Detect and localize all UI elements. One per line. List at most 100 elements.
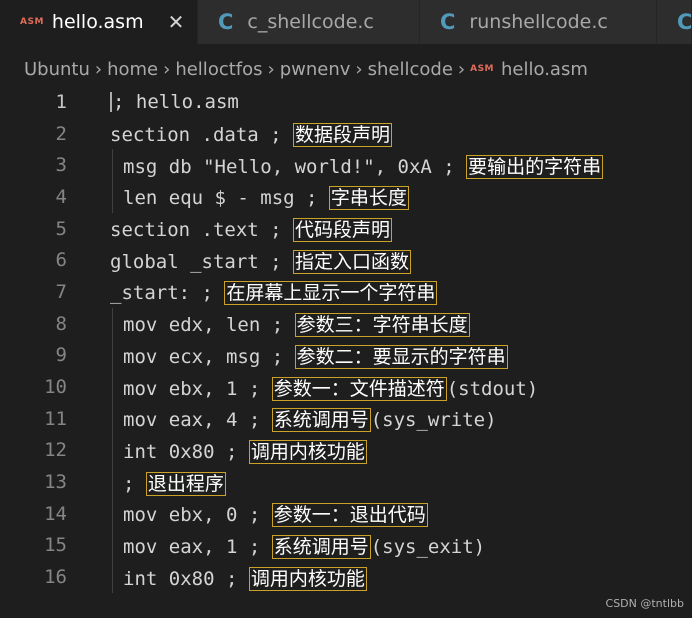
asm-file-icon: ASM <box>20 17 44 27</box>
c-file-icon: C <box>218 10 234 34</box>
code-content: mov eax, 4 ; <box>123 409 272 432</box>
code-content: global _start ; <box>110 250 294 273</box>
asm-file-icon: ASM <box>470 64 495 74</box>
line-number: 2 <box>55 122 67 145</box>
line-number: 6 <box>55 249 67 272</box>
comment-highlight: 参数一：退出代码 <box>271 503 428 528</box>
tab-overflow[interactable]: C <box>657 0 692 44</box>
code-text: len equ $ - msg ; 字串长度 <box>123 183 409 211</box>
code-line[interactable]: 12 int 0x80 ; 调用内核功能 <box>0 434 692 467</box>
line-number: 9 <box>55 344 67 367</box>
indent-guide <box>112 371 113 403</box>
indent-guide <box>112 402 113 435</box>
comment-highlight: 退出程序 <box>145 471 226 496</box>
tab-label: runshellcode.c <box>469 11 608 33</box>
code-text: int 0x80 ; 调用内核功能 <box>123 564 367 591</box>
comment-highlight: 在屏幕上显示一个字符串 <box>224 281 438 306</box>
code-content: mov ebx, 0 ; <box>123 504 272 527</box>
chevron-right-icon: › <box>355 58 363 80</box>
tab-runshellcode[interactable]: C runshellcode.c <box>420 0 657 44</box>
code-line[interactable]: 8 mov edx, len ; 参数三：字符串长度 <box>0 307 692 340</box>
code-text: _start: ; 在屏幕上显示一个字符串 <box>110 278 438 306</box>
comment-highlight: 代码段声明 <box>293 218 393 243</box>
close-icon[interactable]: ✕ <box>168 10 185 34</box>
tab-label: c_shellcode.c <box>247 11 374 33</box>
indent-guide <box>112 149 113 182</box>
code-line[interactable]: 13 ; 退出程序 <box>0 466 692 498</box>
code-line[interactable]: 1 ; hello.asm <box>0 86 692 118</box>
code-line[interactable]: 4 len equ $ - msg ; 字串长度 <box>0 181 692 213</box>
code-content: ; <box>123 472 146 495</box>
code-line[interactable]: 16 int 0x80 ; 调用内核功能 <box>0 561 692 593</box>
code-content: mov edx, len ; <box>123 314 295 337</box>
code-text: int 0x80 ; 调用内核功能 <box>123 437 367 464</box>
chevron-right-icon: › <box>94 58 103 80</box>
tab-bar: ASM hello.asm ✕ C c_shellcode.c C runshe… <box>0 0 692 44</box>
code-line[interactable]: 15 mov eax, 1 ; 系统调用号 (sys_exit) <box>0 529 692 562</box>
line-number: 12 <box>44 439 67 462</box>
code-content: section .text ; <box>110 219 294 242</box>
code-line[interactable]: 10 mov ebx, 1 ; 参数一：文件描述符 (stdout) <box>0 371 692 403</box>
comment-highlight: 数据段声明 <box>293 123 393 148</box>
code-line[interactable]: 11 mov eax, 4 ; 系统调用号 (sys_write) <box>0 402 692 435</box>
indent-guide <box>112 497 113 530</box>
comment-highlight: 调用内核功能 <box>248 439 367 464</box>
indent-guide <box>112 529 113 562</box>
breadcrumb-item-ubuntu[interactable]: Ubuntu <box>24 59 90 80</box>
chevron-right-icon: › <box>457 58 466 80</box>
line-number: 10 <box>44 376 67 399</box>
comment-highlight: 要输出的字符串 <box>466 154 604 179</box>
code-text: mov edx, len ; 参数三：字符串长度 <box>123 310 470 338</box>
code-tail: (sys_write) <box>370 409 497 432</box>
code-text: section .data ; 数据段声明 <box>110 120 393 148</box>
code-line[interactable]: 14 mov ebx, 0 ; 参数一：退出代码 <box>0 497 692 530</box>
code-line[interactable]: 9 mov ecx, msg ; 参数二：要显示的字符串 <box>0 339 692 372</box>
line-number: 11 <box>44 407 67 430</box>
line-number: 8 <box>55 312 67 335</box>
code-content: mov eax, 1 ; <box>123 535 272 558</box>
code-text: mov eax, 4 ; 系统调用号 (sys_write) <box>123 405 497 433</box>
comment-highlight: 系统调用号 <box>271 534 371 559</box>
breadcrumb-item-shellcode[interactable]: shellcode <box>368 59 453 80</box>
code-line[interactable]: 3 msg db "Hello, world!", 0xA ; 要输出的字符串 <box>0 149 692 182</box>
chevron-right-icon: › <box>267 58 275 80</box>
comment-highlight: 字串长度 <box>328 186 409 211</box>
code-editor[interactable]: 1 ; hello.asm 2 section .data ; 数据段声明 3 … <box>0 86 692 593</box>
breadcrumb-item-home[interactable]: home <box>107 59 158 80</box>
code-content: mov ebx, 1 ; <box>123 377 272 400</box>
c-file-icon: C <box>440 10 456 34</box>
line-number: 1 <box>55 90 67 113</box>
comment-highlight: 参数二：要显示的字符串 <box>294 344 508 369</box>
tab-c-shellcode[interactable]: C c_shellcode.c <box>198 0 420 44</box>
code-tail: (sys_exit) <box>370 535 486 558</box>
breadcrumb-item-pwnenv[interactable]: pwnenv <box>280 59 351 80</box>
indent-guide <box>112 561 113 593</box>
code-content: mov ecx, msg ; <box>123 345 295 368</box>
indent-guide <box>112 466 113 498</box>
code-line[interactable]: 2 section .data ; 数据段声明 <box>0 118 692 150</box>
breadcrumb-item-helloctfos[interactable]: helloctfos <box>175 59 262 80</box>
code-text: mov eax, 1 ; 系统调用号 (sys_exit) <box>123 532 485 559</box>
line-number: 13 <box>44 471 67 494</box>
code-tail: (stdout) <box>446 377 539 400</box>
code-line[interactable]: 5 section .text ; 代码段声明 <box>0 213 692 245</box>
code-content: len equ $ - msg ; <box>123 187 329 210</box>
breadcrumb-item-file[interactable]: hello.asm <box>501 59 588 80</box>
comment-highlight: 参数一：文件描述符 <box>271 376 447 401</box>
c-file-icon: C <box>677 10 692 34</box>
code-line[interactable]: 6 global _start ; 指定入口函数 <box>0 244 692 276</box>
comment-highlight: 系统调用号 <box>271 408 371 433</box>
indent-guide <box>112 181 113 213</box>
code-content: int 0x80 ; <box>123 567 249 590</box>
code-text: ; hello.asm <box>110 91 239 113</box>
code-content: _start: ; <box>110 282 225 305</box>
code-text: mov ecx, msg ; 参数二：要显示的字符串 <box>123 342 508 369</box>
tab-hello-asm[interactable]: ASM hello.asm ✕ <box>0 0 198 44</box>
tab-label: hello.asm <box>51 11 144 33</box>
code-text: msg db "Hello, world!", 0xA ; 要输出的字符串 <box>123 152 604 179</box>
line-number: 7 <box>55 280 67 303</box>
indent-guide <box>112 307 113 340</box>
line-number: 3 <box>55 154 67 177</box>
indent-guide <box>112 434 113 467</box>
code-line[interactable]: 7 _start: ; 在屏幕上显示一个字符串 <box>0 276 692 308</box>
